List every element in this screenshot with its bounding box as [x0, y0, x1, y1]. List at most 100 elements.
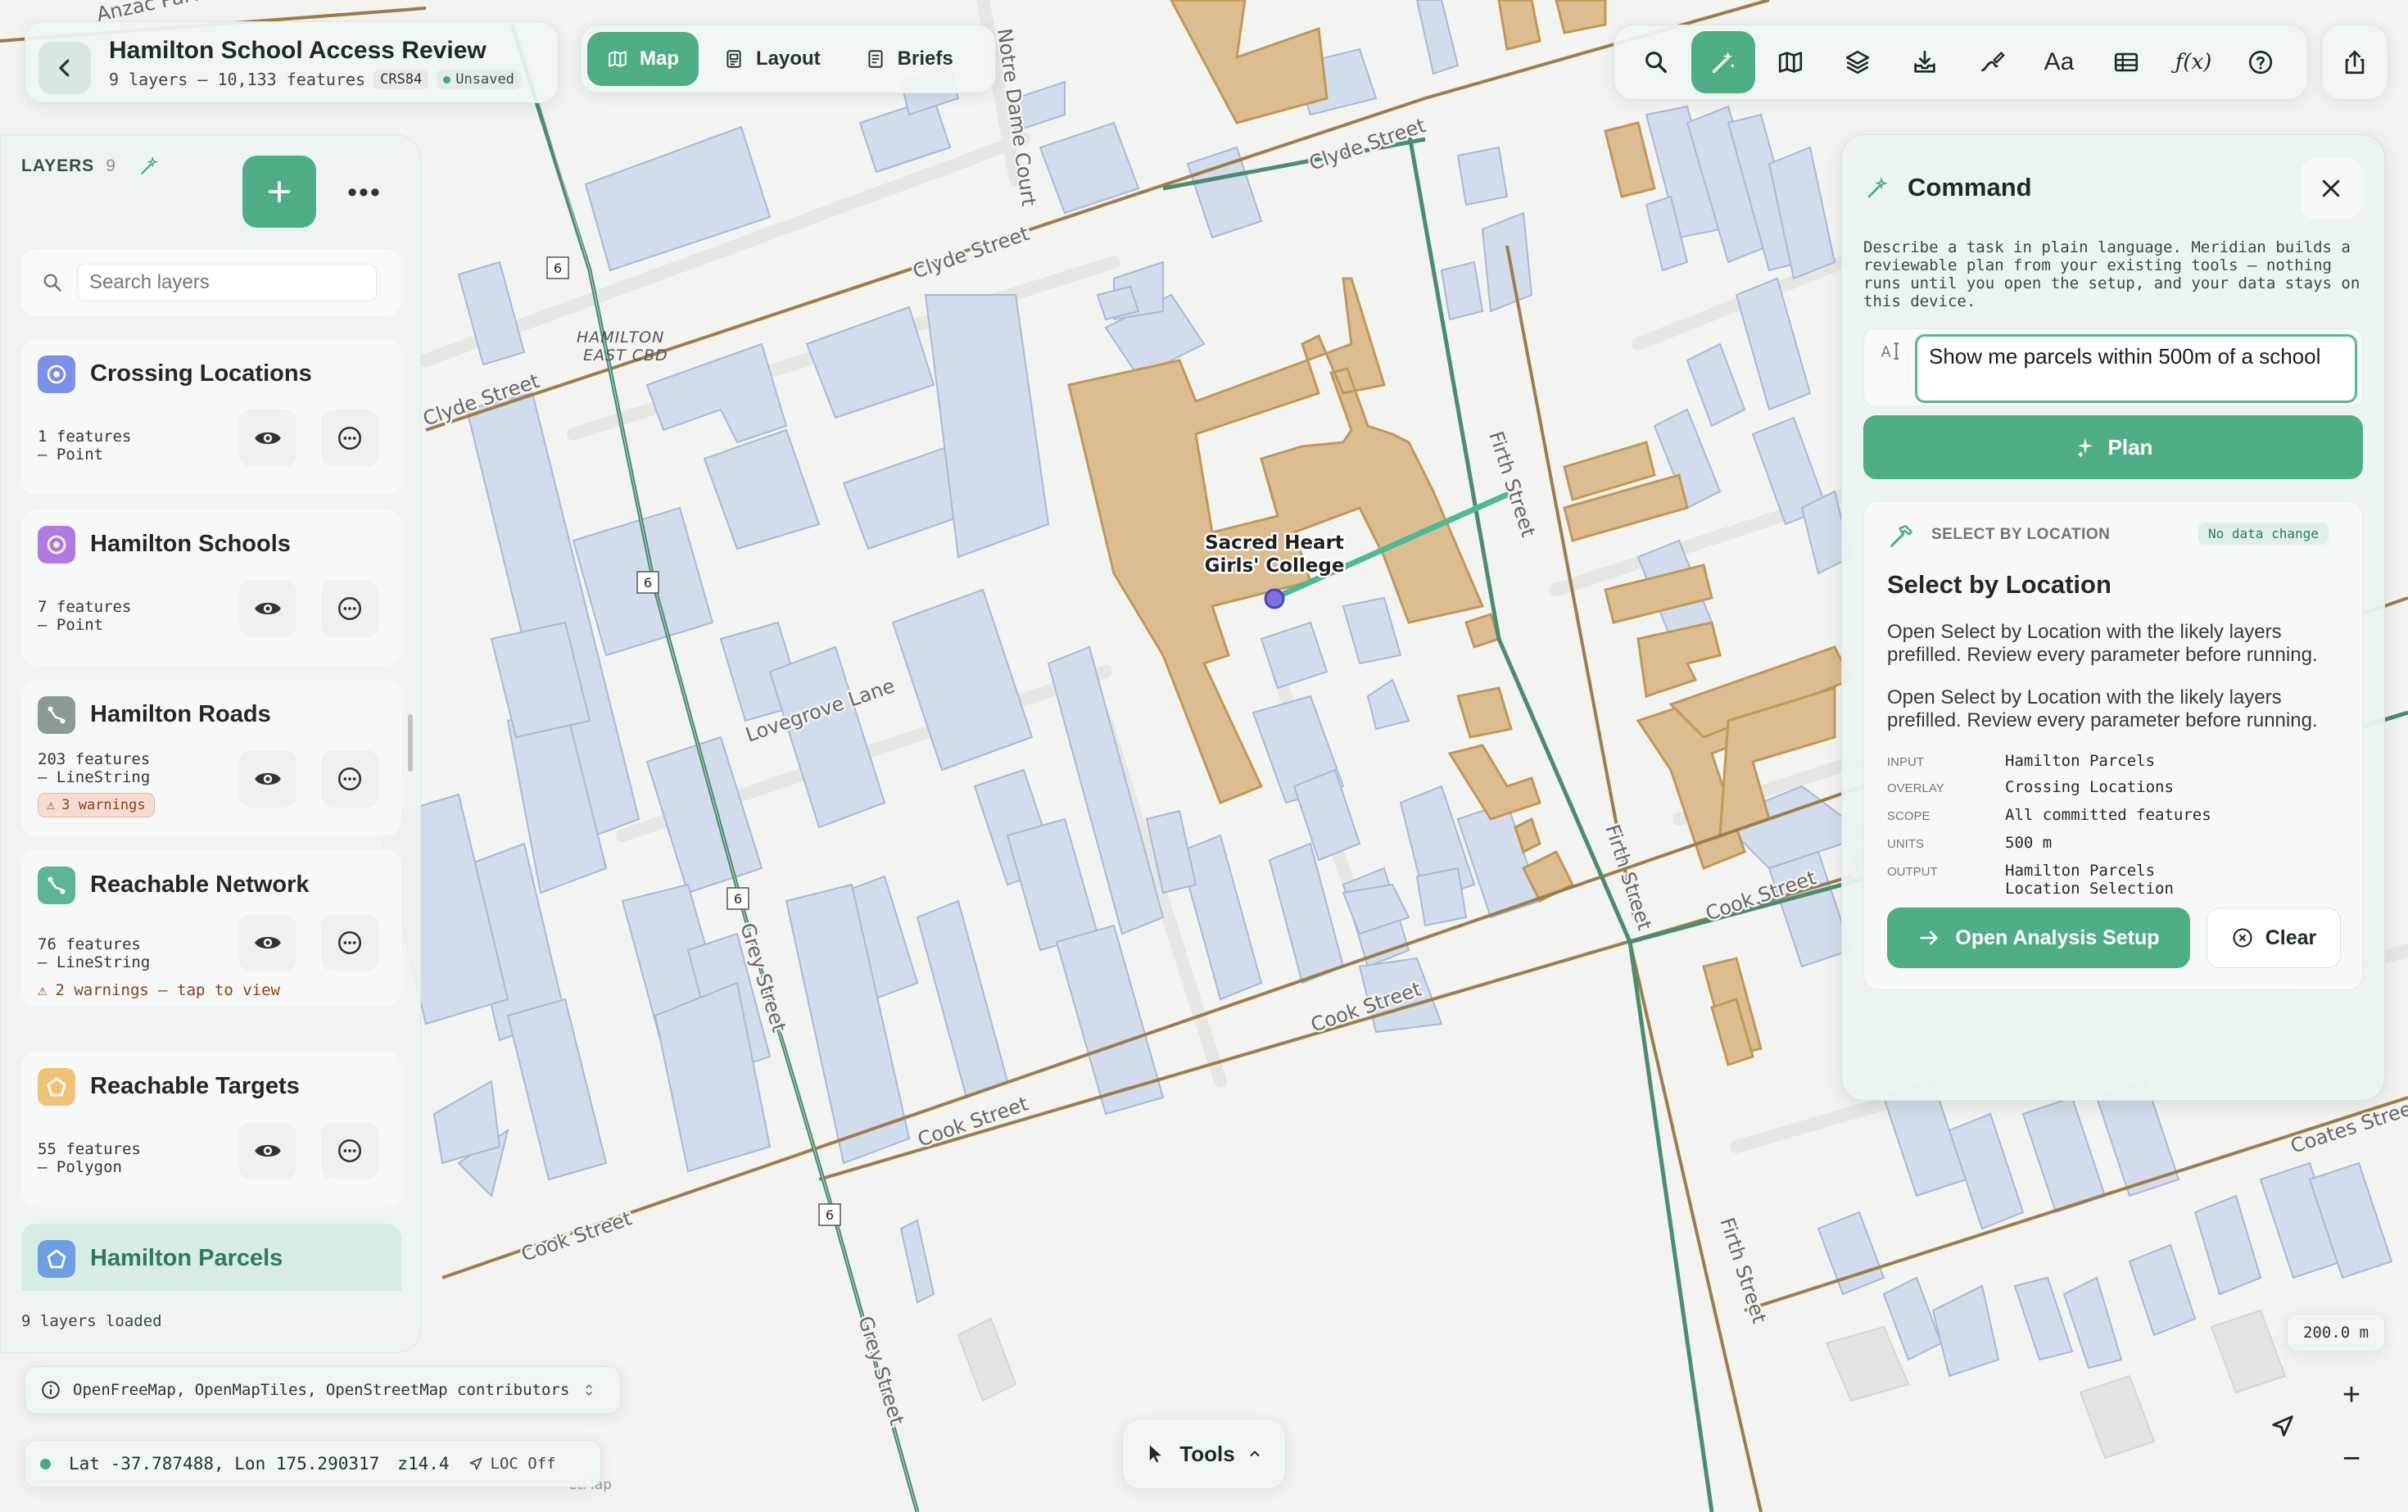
warning-icon: ⚠	[47, 797, 56, 813]
share-button[interactable]	[2321, 25, 2388, 100]
command-button[interactable]	[1691, 31, 1755, 93]
toggle-visibility-button[interactable]	[239, 1122, 296, 1179]
warning-link[interactable]: ⚠ 2 warnings — tap to view	[38, 981, 280, 999]
tab-map[interactable]: Map	[587, 32, 699, 86]
warning-badge[interactable]: ⚠ 3 warnings	[38, 793, 155, 817]
toggle-visibility-button[interactable]	[239, 410, 296, 467]
draw-icon	[1980, 51, 2005, 72]
layers-status: 9 layers loaded	[21, 1312, 162, 1330]
toggle-visibility-button[interactable]	[239, 580, 296, 637]
tab-layout[interactable]: Layout	[704, 32, 840, 86]
layer-card-hamilton-parcels[interactable]: Hamilton Parcels	[21, 1224, 401, 1291]
layer-card-crossing-locations[interactable]: Crossing Locations 1 features – Point	[21, 339, 401, 495]
layer-card-hamilton-schools[interactable]: Hamilton Schools 7 features – Point	[21, 509, 401, 665]
text-style-button[interactable]: Aa	[2027, 31, 2091, 93]
more-circle-icon	[337, 1139, 362, 1163]
param-row: OVERLAY Crossing Locations	[1887, 778, 2174, 796]
plan-result-card: SELECT BY LOCATION No data change Select…	[1863, 500, 2363, 990]
briefs-icon	[868, 50, 883, 68]
svg-text:6: 6	[644, 575, 652, 591]
clear-circle-icon	[2233, 928, 2252, 948]
command-input-wrapper: A Show me parcels within 500m of a schoo…	[1863, 328, 2363, 407]
svg-text:6: 6	[734, 891, 742, 907]
sparkle-icon	[2077, 437, 2093, 457]
crs-badge[interactable]: CRS84	[373, 70, 429, 89]
plus-icon	[268, 180, 291, 203]
param-row: UNITS 500 m	[1887, 834, 2053, 852]
command-title: Command	[1908, 173, 2032, 201]
location-toggle[interactable]: LOC Off	[468, 1455, 556, 1473]
layers-scrollbar[interactable]	[408, 714, 413, 772]
zoom-out-button[interactable]: −	[2323, 1430, 2380, 1487]
layer-options-button[interactable]	[321, 410, 378, 467]
expression-button[interactable]: ƒ(x)	[2161, 31, 2225, 93]
command-panel: Command Describe a task in plain languag…	[1841, 134, 2385, 1101]
project-meta: 9 layers – 10,133 features CRS84 Unsaved	[109, 70, 521, 89]
close-icon	[2322, 179, 2340, 197]
zoom-in-button[interactable]: +	[2323, 1366, 2380, 1424]
add-layer-button[interactable]	[242, 156, 316, 228]
toggle-visibility-button[interactable]	[239, 750, 296, 808]
layer-card-reachable-targets[interactable]: Reachable Targets 55 features – Polygon	[21, 1052, 401, 1207]
svg-text:A: A	[1881, 344, 1891, 360]
layer-search	[21, 249, 401, 316]
back-button[interactable]	[38, 42, 91, 94]
layer-options-button[interactable]	[321, 1122, 378, 1179]
plan-button[interactable]: Plan	[1863, 415, 2363, 479]
crossing-location-point[interactable]	[1264, 588, 1285, 609]
info-icon	[42, 1381, 60, 1399]
param-row: SCOPE All committed features	[1887, 806, 2211, 824]
no-data-change-badge: No data change	[2198, 523, 2329, 545]
draw-button[interactable]	[1960, 31, 2024, 93]
open-analysis-setup-button[interactable]: Open Analysis Setup	[1887, 908, 2190, 968]
plus-icon: +	[2342, 1377, 2361, 1412]
layers-count: 9	[106, 156, 115, 175]
layer-options-button[interactable]	[321, 580, 378, 637]
clear-button[interactable]: Clear	[2207, 908, 2341, 968]
save-status-badge: Unsaved	[437, 70, 521, 89]
share-icon	[2345, 50, 2365, 75]
layer-options-button[interactable]	[321, 914, 378, 971]
school-label: Sacred Heart	[1205, 532, 1344, 554]
text-style-icon: Aa	[2044, 48, 2075, 75]
layer-stats: 1 features – Point	[38, 428, 132, 464]
status-dot	[443, 76, 451, 84]
location-arrow-icon	[469, 1457, 482, 1470]
locate-button[interactable]	[2254, 1397, 2311, 1455]
result-kicker: SELECT BY LOCATION	[1931, 526, 2111, 543]
line-icon	[38, 696, 75, 734]
tab-briefs[interactable]: Briefs	[845, 32, 973, 86]
more-horizontal-icon: •••	[347, 176, 382, 208]
layers-button[interactable]	[1826, 31, 1890, 93]
layer-card-hamilton-roads[interactable]: Hamilton Roads 203 features – LineString …	[21, 680, 401, 835]
attribute-table-button[interactable]	[2094, 31, 2158, 93]
scale-bar: 200.0 m	[2287, 1314, 2385, 1351]
more-circle-icon	[337, 767, 362, 791]
layers-more-button[interactable]: •••	[339, 172, 390, 213]
help-icon	[2248, 50, 2273, 75]
project-header: Hamilton School Access Review 9 layers –…	[25, 21, 559, 103]
help-button[interactable]	[2229, 31, 2293, 93]
ai-layers-icon[interactable]	[138, 156, 160, 177]
layer-card-reachable-network[interactable]: Reachable Network 76 features – LineStrin…	[21, 850, 401, 1006]
basemap-button[interactable]	[1758, 31, 1822, 93]
layer-name: Reachable Network	[90, 871, 310, 898]
polygon-icon	[38, 1240, 75, 1278]
layer-name: Hamilton Roads	[90, 701, 271, 727]
search-icon	[1645, 52, 1668, 74]
toggle-visibility-button[interactable]	[239, 914, 296, 971]
layer-options-button[interactable]	[321, 750, 378, 808]
import-button[interactable]	[1893, 31, 1957, 93]
search-button[interactable]	[1624, 31, 1688, 93]
map-attribution[interactable]: OpenFreeMap, OpenMapTiles, OpenStreetMap…	[25, 1366, 621, 1414]
close-button[interactable]	[2301, 158, 2361, 219]
svg-text:6: 6	[554, 260, 562, 276]
main-toolbar: Aa ƒ(x)	[1614, 25, 2308, 100]
command-input[interactable]: Show me parcels within 500m of a school	[1915, 334, 2357, 403]
search-input[interactable]	[77, 264, 377, 301]
tools-button[interactable]: Tools	[1122, 1419, 1286, 1489]
command-description: Describe a task in plain language. Merid…	[1863, 238, 2360, 310]
suburb-label: HAMILTON	[577, 328, 664, 346]
layer-name: Hamilton Parcels	[90, 1245, 283, 1271]
function-icon: ƒ(x)	[2175, 50, 2212, 75]
